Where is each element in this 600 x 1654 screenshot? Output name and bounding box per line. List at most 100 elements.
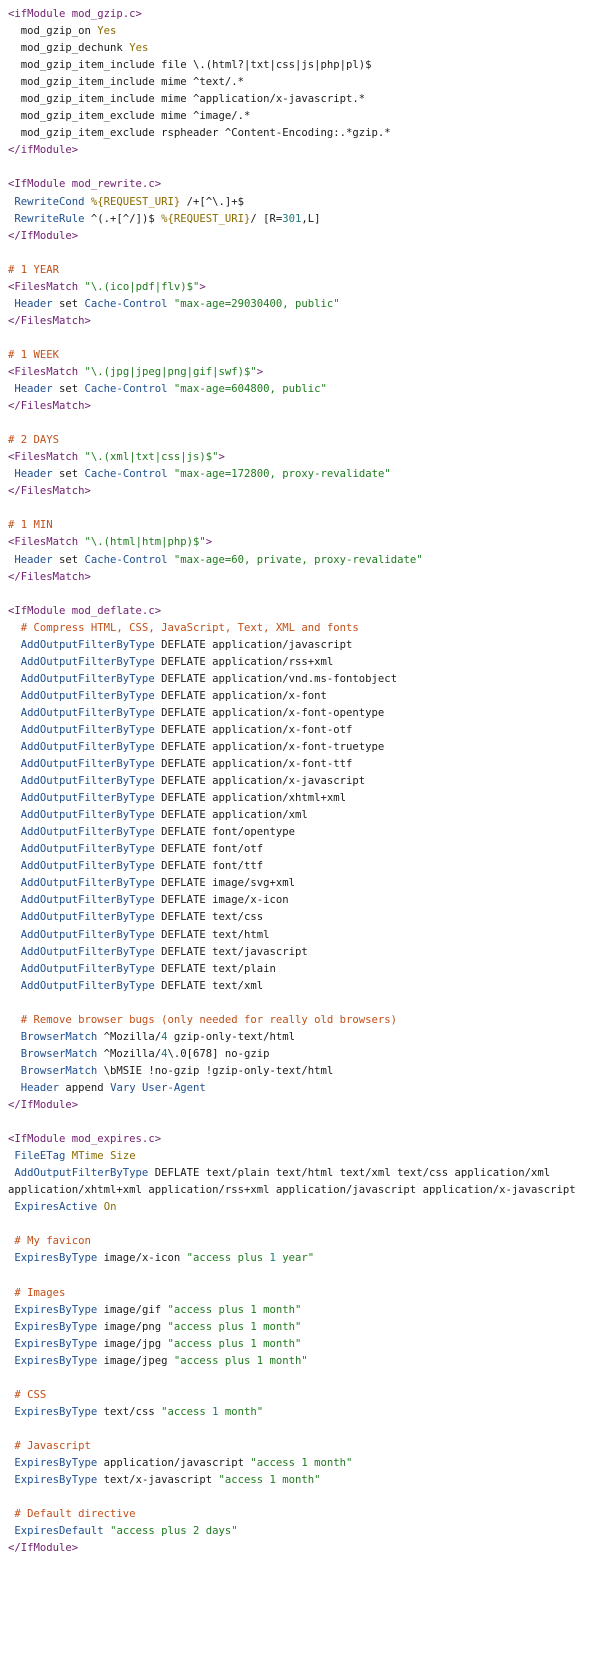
code-line: # 2 DAYS xyxy=(8,432,600,449)
text-token: image/x-icon xyxy=(97,1252,187,1265)
string-token: "\.(xml|txt|css|js)$" xyxy=(84,451,219,464)
comment-token: # 1 MIN xyxy=(8,519,53,532)
value-token: Yes xyxy=(97,25,117,38)
text-token: DEFLATE text/xml xyxy=(154,979,264,992)
directive-token: ExpiresByType xyxy=(8,1303,98,1316)
number-token: 301 xyxy=(282,212,302,225)
tag-token: </FilesMatch> xyxy=(8,485,91,498)
tag-token: <ifModule mod_gzip.c> xyxy=(8,8,142,20)
code-line: ExpiresActive On xyxy=(8,1199,600,1216)
code-line: AddOutputFilterByType DEFLATE applicatio… xyxy=(8,705,600,722)
string-token: "access plus xyxy=(186,1252,270,1265)
directive-token: RewriteCond xyxy=(8,195,91,208)
comment-token: # CSS xyxy=(8,1388,47,1401)
code-line: Header set Cache-Control "max-age=60, pr… xyxy=(8,552,600,569)
text-token: ^(.+[^/])$ xyxy=(90,212,162,225)
text-token: mod_gzip_item_exclude mime ^image/.* xyxy=(8,110,251,123)
text-token: DEFLATE application/rss+xml xyxy=(154,655,334,668)
directive-token: AddOutputFilterByType xyxy=(8,809,155,822)
code-line: AddOutputFilterByType DEFLATE applicatio… xyxy=(8,807,600,824)
directive-token: Header xyxy=(8,553,53,566)
code-line: ExpiresByType text/x-javascript "access … xyxy=(8,1472,600,1489)
tag-token: </IfModule> xyxy=(8,1542,79,1555)
directive-token: AddOutputFilterByType xyxy=(8,775,155,788)
code-line: ExpiresDefault "access plus 2 days" xyxy=(8,1523,600,1540)
text-token: DEFLATE font/ttf xyxy=(154,860,264,873)
text-token: DEFLATE application/x-font-ttf xyxy=(154,758,353,771)
code-line: Header set Cache-Control "max-age=172800… xyxy=(8,466,600,483)
text-token: DEFLATE text/javascript xyxy=(154,945,308,958)
code-line: # My favicon xyxy=(8,1233,600,1250)
text-token: image/jpg xyxy=(97,1337,168,1350)
text-token: mod_gzip_dechunk xyxy=(8,42,130,55)
code-line: AddOutputFilterByType DEFLATE text/plain… xyxy=(8,1165,600,1182)
directive-token: AddOutputFilterByType xyxy=(8,962,155,975)
directive-token: ExpiresByType xyxy=(8,1354,98,1367)
directive-token: Cache-Control xyxy=(84,297,168,310)
comment-token: # Compress HTML, CSS, JavaScript, Text, … xyxy=(8,621,359,634)
comment-token: # 1 YEAR xyxy=(8,263,60,276)
comment-token: # 1 WEEK xyxy=(8,348,60,361)
code-line: </IfModule> xyxy=(8,228,600,245)
directive-token: Header xyxy=(8,1081,60,1094)
directive-token: ExpiresActive xyxy=(8,1201,98,1214)
text-token: set xyxy=(52,553,85,566)
value-token: %{REQUEST_URI} xyxy=(90,195,181,208)
directive-token: AddOutputFilterByType xyxy=(8,741,155,754)
text-token: application/xhtml+xml application/rss+xm… xyxy=(8,1184,576,1197)
text-token: append xyxy=(59,1081,111,1094)
string-token: "access plus 1 month" xyxy=(167,1303,302,1316)
directive-token: AddOutputFilterByType xyxy=(8,911,155,924)
directive-token: ExpiresByType xyxy=(8,1320,98,1333)
directive-token: AddOutputFilterByType xyxy=(8,758,155,771)
tag-token: <FilesMatch xyxy=(8,365,85,378)
text-token: DEFLATE font/opentype xyxy=(154,826,296,839)
code-line: </IfModule> xyxy=(8,1097,600,1114)
code-line: BrowserMatch \bMSIE !no-gzip !gzip-only-… xyxy=(8,1063,600,1080)
code-line: mod_gzip_item_exclude rspheader ^Content… xyxy=(8,125,600,142)
text-token: set xyxy=(52,383,85,396)
code-line: AddOutputFilterByType DEFLATE text/css xyxy=(8,909,600,926)
code-line: </IfModule> xyxy=(8,1540,600,1557)
code-line: AddOutputFilterByType DEFLATE applicatio… xyxy=(8,722,600,739)
text-token: DEFLATE application/javascript xyxy=(154,638,353,651)
code-line: AddOutputFilterByType DEFLATE applicatio… xyxy=(8,790,600,807)
text-token: set xyxy=(52,297,85,310)
tag-token: > xyxy=(199,280,206,293)
directive-token: RewriteRule xyxy=(8,212,91,225)
string-token: "\.(html|htm|php)$" xyxy=(84,536,206,549)
text-token: ^Mozilla/ xyxy=(97,1030,162,1043)
code-listing: <ifModule mod_gzip.c> mod_gzip_on Yes mo… xyxy=(0,0,600,1557)
tag-token: <FilesMatch xyxy=(8,451,85,464)
code-line: BrowserMatch ^Mozilla/4 gzip-only-text/h… xyxy=(8,1029,600,1046)
text-token: DEFLATE text/plain text/html text/xml te… xyxy=(148,1167,551,1180)
value-token: %{REQUEST_URI} xyxy=(161,212,251,225)
directive-token: AddOutputFilterByType xyxy=(8,945,155,958)
directive-token: ExpiresDefault xyxy=(8,1525,104,1538)
directive-token: AddOutputFilterByType xyxy=(8,792,155,805)
code-line: # Images xyxy=(8,1285,600,1302)
text-token: DEFLATE application/vnd.ms-fontobject xyxy=(154,672,398,685)
tag-token: <IfModule mod_rewrite.c> xyxy=(8,178,162,191)
text-token: text/x-javascript xyxy=(97,1474,219,1487)
text-token: mod_gzip_item_exclude rspheader ^Content… xyxy=(8,127,391,140)
text-token: / [R= xyxy=(250,212,283,225)
string-token: "access 1 month" xyxy=(250,1456,353,1469)
code-line: ExpiresByType image/gif "access plus 1 m… xyxy=(8,1302,600,1319)
text-token: ^Mozilla/ xyxy=(97,1047,162,1060)
code-line: # Remove browser bugs (only needed for r… xyxy=(8,1012,600,1029)
string-token: "access plus 1 month" xyxy=(167,1320,302,1333)
string-token: "access xyxy=(161,1405,213,1418)
code-line: AddOutputFilterByType DEFLATE applicatio… xyxy=(8,756,600,773)
comment-token: # Default directive xyxy=(8,1508,136,1521)
code-line: <FilesMatch "\.(ico|pdf|flv)$"> xyxy=(8,279,600,296)
text-token: DEFLATE application/xml xyxy=(154,809,308,822)
comment-token: # 2 DAYS xyxy=(8,434,60,447)
text-token: mod_gzip_on xyxy=(8,25,98,38)
tag-token: </ifModule> xyxy=(8,144,79,157)
string-token: "max-age=604800, public" xyxy=(173,383,327,396)
